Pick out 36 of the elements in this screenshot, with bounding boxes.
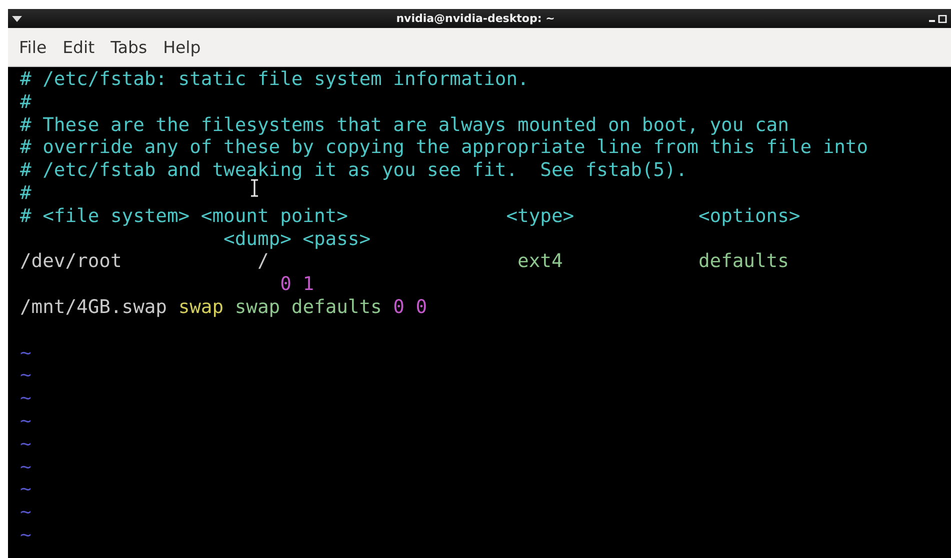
empty-line-marker: ~: [20, 524, 32, 548]
empty-line-marker: ~: [20, 434, 32, 457]
number-text: 0 0: [393, 296, 428, 318]
comment-text: #: [20, 92, 32, 113]
menu-item[interactable]: File: [11, 34, 55, 60]
config-value: swap defaults: [234, 296, 382, 318]
menu-item[interactable]: Help: [155, 34, 209, 60]
empty-line-marker: ~: [20, 388, 32, 411]
comment-text: # /etc/fstab: static file system information.: [20, 69, 529, 90]
empty-line-marker: ~: [20, 456, 32, 480]
comment-text: #: [20, 182, 32, 204]
empty-line-marker: ~: [20, 342, 32, 366]
comment-text: # These are the filesystems that are always mounted on boot, you can: [20, 114, 789, 136]
empty-line-marker: ~: [20, 502, 32, 525]
comment-text: # /etc/fstab and tweaking it as you see fit. See fstab(5).: [20, 160, 688, 182]
empty-line-marker: ~: [20, 479, 32, 502]
comment-text: # override any of these by copying the appropriate line from this file into: [20, 137, 868, 158]
number-text: 0 1: [280, 274, 314, 296]
window-controls-icon[interactable]: [928, 14, 947, 22]
text-cursor-icon: [250, 179, 259, 197]
menu-item[interactable]: Edit: [54, 34, 103, 60]
config-text: /mnt/4GB.swap: [20, 296, 167, 318]
config-text: /: [257, 251, 269, 272]
comment-text: <options>: [698, 206, 800, 227]
comment-text: <type>: [506, 206, 574, 227]
config-keyword: swap: [178, 296, 224, 318]
comment-text: <dump> <pass>: [224, 228, 371, 250]
menu-item[interactable]: Tabs: [102, 34, 156, 60]
empty-line-marker: ~: [20, 365, 32, 388]
config-value: defaults: [698, 251, 789, 272]
empty-line-marker: ~: [20, 410, 32, 434]
config-text: /dev/root: [20, 251, 122, 272]
window-title: nvidia@nvidia-desktop: ~: [396, 12, 555, 25]
window-menu-icon[interactable]: [12, 16, 22, 22]
comment-text: # <file system> <mount point>: [20, 206, 348, 227]
config-value: ext4: [518, 251, 563, 272]
